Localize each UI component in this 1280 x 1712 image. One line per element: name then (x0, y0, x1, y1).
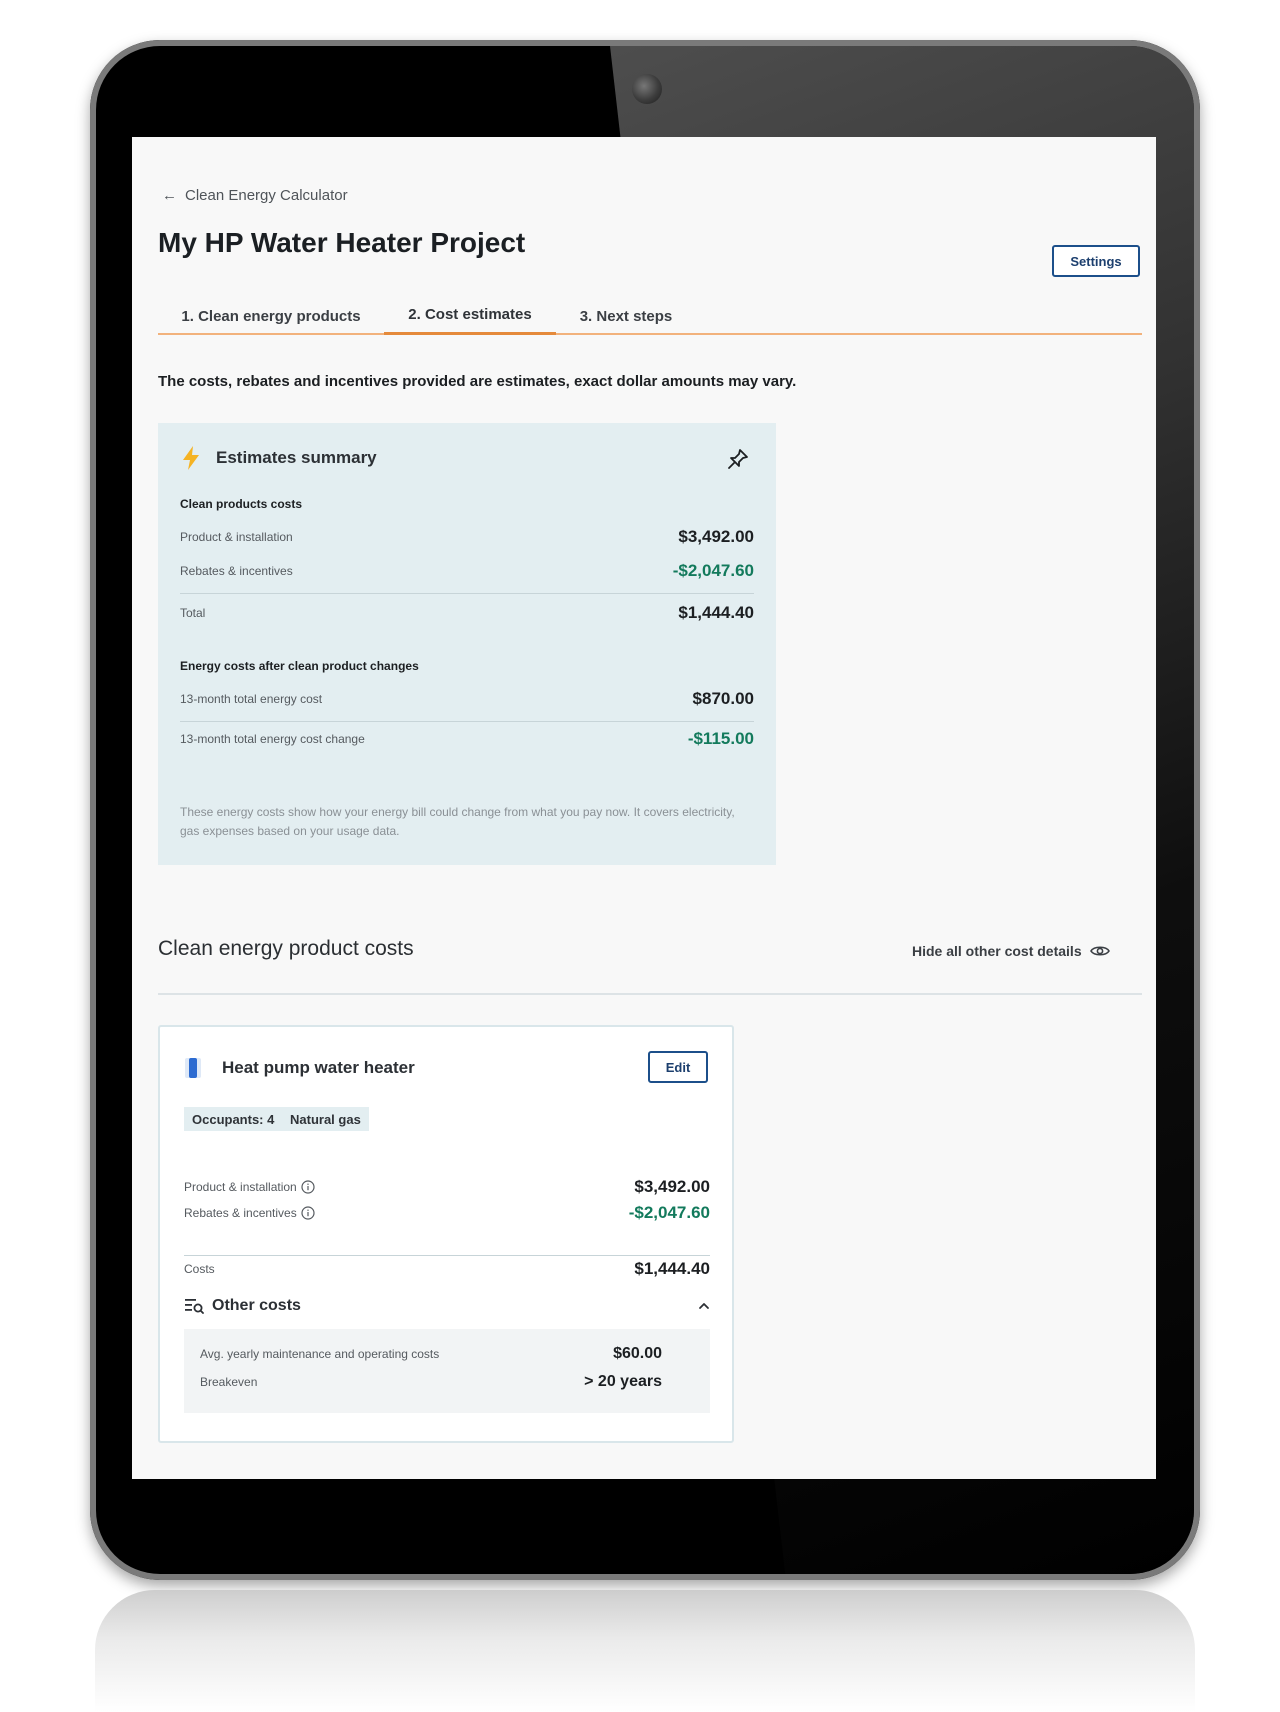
energy-costs-note: These energy costs show how your energy … (180, 805, 735, 838)
chevron-up-icon[interactable] (698, 1302, 710, 1310)
back-arrow-icon[interactable]: ← (162, 187, 177, 204)
card-title: Heat pump water heater (222, 1058, 415, 1077)
tab-clean-energy-products[interactable]: 1. Clean energy products (158, 297, 384, 335)
card-costs-label: Costs (184, 1262, 215, 1276)
product-installation-value: $3,492.00 (678, 527, 754, 546)
maintenance-value: $60.00 (613, 1345, 662, 1362)
pin-icon[interactable] (726, 447, 750, 471)
breadcrumb-label[interactable]: Clean Energy Calculator (185, 187, 348, 204)
total-value: $1,444.40 (678, 603, 754, 622)
estimates-summary-panel: Estimates summary Clean products costs P… (158, 423, 776, 865)
filter-search-icon (185, 1299, 204, 1314)
card-costs-row: Costs $1,444.40 (184, 1259, 710, 1279)
breadcrumb[interactable]: ← Clean Energy Calculator (162, 187, 348, 204)
lightning-bolt-icon (183, 446, 199, 470)
breakeven-label: Breakeven (200, 1375, 258, 1389)
tab-bar: 1. Clean energy products 2. Cost estimat… (158, 297, 1142, 335)
summary-rebates-row: Rebates & incentives -$2,047.60 (180, 561, 754, 581)
card-product-installation-value: $3,492.00 (634, 1177, 710, 1196)
clean-products-costs-label: Clean products costs (180, 497, 303, 511)
breakeven-value: > 20 years (584, 1373, 662, 1390)
other-costs-title[interactable]: Other costs (212, 1297, 301, 1315)
hide-cost-details-label[interactable]: Hide all other cost details (912, 943, 1082, 959)
app-screen: ← Clean Energy Calculator My HP Water He… (132, 137, 1156, 1479)
energy-costs-label: Energy costs after clean product changes (180, 659, 419, 673)
info-icon[interactable] (301, 1206, 315, 1220)
occupants-chip: Occupants: 4 (184, 1107, 283, 1131)
section-divider (158, 993, 1142, 995)
summary-product-installation-row: Product & installation $3,492.00 (180, 527, 754, 547)
card-costs-value: $1,444.40 (634, 1259, 710, 1278)
summary-total-row: Total $1,444.40 (180, 603, 754, 623)
camera-icon (632, 74, 662, 104)
edit-button[interactable]: Edit (648, 1051, 708, 1083)
energy-cost-change-value: -$115.00 (687, 729, 754, 748)
fuel-type-chip: Natural gas (282, 1107, 369, 1131)
tab-next-steps[interactable]: 3. Next steps (556, 297, 696, 335)
divider (184, 1255, 710, 1256)
summary-energy-change-row: 13-month total energy cost change -$115.… (180, 729, 754, 749)
breakeven-row: Breakeven > 20 years (200, 1373, 662, 1391)
hide-cost-details-link[interactable]: Hide all other cost details (912, 943, 1110, 959)
card-rebates-label-group: Rebates & incentives (184, 1206, 315, 1220)
energy-cost-change-label: 13-month total energy cost change (180, 732, 365, 746)
settings-button[interactable]: Settings (1052, 245, 1140, 277)
other-costs-panel: Avg. yearly maintenance and operating co… (184, 1329, 710, 1413)
heat-pump-water-heater-card: Heat pump water heater Edit Occupants: 4… (158, 1025, 734, 1443)
card-product-installation-label: Product & installation (184, 1180, 297, 1194)
product-costs-heading: Clean energy product costs (158, 937, 414, 960)
tablet-reflection (95, 1590, 1195, 1712)
water-heater-icon (185, 1058, 201, 1078)
eye-icon[interactable] (1089, 943, 1110, 959)
card-product-installation-row: Product & installation $3,492.00 (184, 1177, 710, 1197)
product-installation-label: Product & installation (180, 530, 293, 544)
energy-total-cost-value: $870.00 (692, 689, 754, 708)
info-icon[interactable] (301, 1180, 315, 1194)
other-costs-toggle[interactable]: Other costs (184, 1297, 710, 1315)
total-label: Total (180, 606, 206, 620)
rebates-value: -$2,047.60 (672, 561, 754, 580)
card-rebates-label: Rebates & incentives (184, 1206, 297, 1220)
maintenance-label: Avg. yearly maintenance and operating co… (200, 1347, 440, 1361)
divider (180, 593, 754, 594)
card-product-installation-label-group: Product & installation (184, 1180, 315, 1194)
summary-header: Estimates summary (180, 445, 377, 471)
maintenance-row: Avg. yearly maintenance and operating co… (200, 1345, 662, 1363)
summary-energy-cost-row: 13-month total energy cost $870.00 (180, 689, 754, 709)
divider (180, 721, 754, 722)
other-costs-heading[interactable]: Other costs (184, 1297, 301, 1315)
estimates-disclaimer: The costs, rebates and incentives provid… (158, 373, 797, 390)
summary-title: Estimates summary (216, 448, 377, 467)
rebates-label: Rebates & incentives (180, 564, 293, 578)
card-rebates-row: Rebates & incentives -$2,047.60 (184, 1203, 710, 1223)
tab-cost-estimates[interactable]: 2. Cost estimates (384, 297, 556, 335)
page-title: My HP Water Heater Project (158, 227, 526, 258)
card-rebates-value: -$2,047.60 (628, 1203, 710, 1222)
energy-total-cost-label: 13-month total energy cost (180, 692, 323, 706)
